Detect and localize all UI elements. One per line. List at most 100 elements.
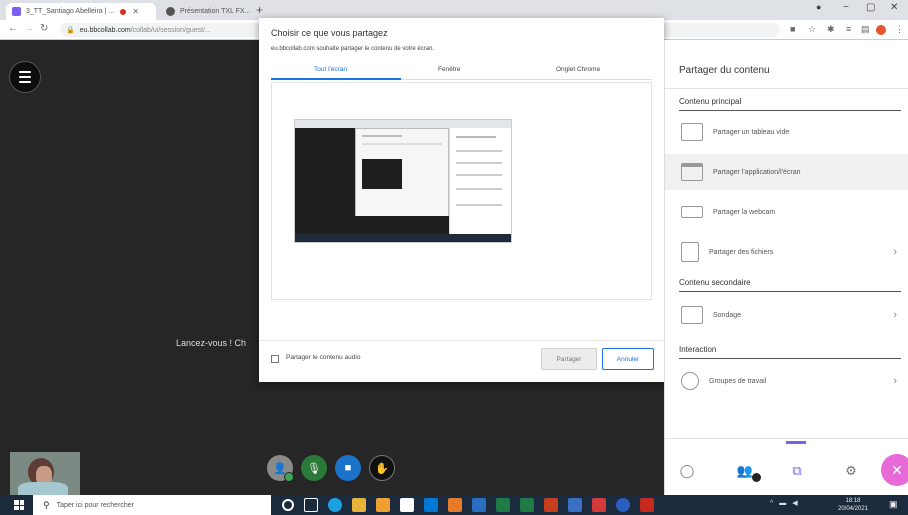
share-screen-dialog: Choisir ce que vous partagez eu.bbcollab… [259, 18, 664, 382]
start-tile [19, 505, 24, 510]
share-audio-checkbox[interactable] [271, 355, 279, 363]
tab-window[interactable]: Fenêtre [438, 66, 460, 73]
minimize-button[interactable]: − [843, 2, 849, 13]
search-icon: ⚲ [43, 499, 50, 510]
app-icon[interactable] [568, 498, 582, 512]
groups-icon [681, 372, 699, 390]
new-tab-button[interactable]: + [256, 3, 263, 17]
chrome-icon[interactable] [616, 498, 630, 512]
camera-button[interactable]: ■ [335, 455, 361, 481]
profile-avatar[interactable] [876, 25, 886, 35]
section-divider [679, 110, 901, 111]
volume-icon[interactable]: ◀ [792, 499, 797, 507]
hamburger-line [19, 71, 31, 73]
panel-divider [665, 88, 908, 89]
browser-tab-collab[interactable]: 3_TT_Santiago Abelleira | ... ✕ [6, 3, 156, 20]
media-icon[interactable]: ▤ [861, 24, 870, 35]
close-window-button[interactable]: ✕ [890, 2, 898, 13]
microphone-button[interactable]: 🎙 [301, 455, 327, 481]
poll-item[interactable]: Sondage › [665, 297, 908, 333]
section-secondary-content: Contenu secondaire [679, 278, 751, 287]
menu-icon[interactable]: ⋮ [895, 24, 904, 35]
hand-icon: ✋ [375, 462, 389, 475]
screen-preview-area [271, 82, 652, 300]
share-application-screen-item[interactable]: Partager l'application/l'écran [665, 154, 908, 190]
clock-date: 20/04/2021 [838, 506, 869, 512]
app-icon[interactable] [592, 498, 606, 512]
active-tab-indicator [271, 78, 401, 80]
status-dot [284, 472, 294, 482]
edge-icon[interactable] [328, 498, 342, 512]
thumb-taskbar [295, 234, 511, 242]
puzzle-icon[interactable]: ✱ [827, 24, 835, 35]
browser-tab-bar: 3_TT_Santiago Abelleira | ... ✕ Présenta… [0, 0, 908, 20]
clock-time: 18:18 [845, 498, 861, 504]
tray-chevron-icon[interactable]: ^ [770, 500, 773, 507]
share-files-item[interactable]: Partager des fichiers › [665, 234, 908, 270]
word-icon[interactable] [472, 498, 486, 512]
item-label: Groupes de travail [709, 377, 767, 385]
task-view-icon[interactable] [304, 498, 318, 512]
taskbar-clock[interactable]: 18:18 20/04/2021 [838, 497, 868, 513]
taskbar-search-input[interactable]: ⚲ Taper ici pour rechercher [33, 495, 271, 515]
share-content-icon[interactable]: ⧉ [787, 461, 807, 481]
excel-icon[interactable] [496, 498, 510, 512]
cancel-button[interactable]: Annuler [602, 348, 654, 370]
thumb-line [456, 204, 502, 206]
share-webcam-item[interactable]: Partager la webcam [665, 194, 908, 230]
panel-title: Partager du contenu [679, 65, 770, 76]
forward-icon[interactable]: → [24, 23, 34, 34]
system-tray: ^ ▬ ◀ [770, 499, 798, 508]
session-menu-button[interactable] [9, 61, 41, 93]
url-host: eu.bbcollab.com [79, 26, 131, 34]
start-tile [19, 500, 24, 505]
file-explorer-icon[interactable] [352, 498, 366, 512]
close-tab-icon[interactable]: ✕ [132, 7, 139, 16]
excel-icon[interactable] [520, 498, 534, 512]
reading-list-icon[interactable]: ≡ [846, 24, 851, 34]
acrobat-icon[interactable] [640, 498, 654, 512]
files-icon [681, 242, 699, 262]
tab-favicon-icon [166, 7, 175, 16]
raise-hand-button[interactable]: ✋ [369, 455, 395, 481]
item-label: Sondage [713, 311, 742, 319]
url-path: /collab/ui/session/guest/... [130, 26, 211, 34]
store-icon[interactable] [400, 498, 414, 512]
item-label: Partager l'application/l'écran [713, 168, 801, 176]
settings-icon[interactable]: ⚙ [841, 461, 861, 481]
share-button[interactable]: Partager [541, 348, 597, 370]
camera-icon: ■ [344, 462, 352, 474]
powerpoint-icon[interactable] [544, 498, 558, 512]
back-icon[interactable]: ← [8, 23, 18, 34]
whiteboard-icon [681, 123, 703, 141]
self-video-thumbnail[interactable] [10, 452, 80, 495]
item-label: Partager un tableau vide [713, 128, 790, 136]
share-whiteboard-item[interactable]: Partager un tableau vide [665, 114, 908, 150]
profile-dot-icon[interactable]: ● [816, 2, 821, 12]
my-status-button[interactable]: 👤 [267, 455, 294, 482]
network-icon[interactable]: ▬ [779, 500, 786, 507]
section-divider [679, 291, 901, 292]
breakout-groups-item[interactable]: Groupes de travail › [665, 363, 908, 399]
screen-thumbnail[interactable] [294, 119, 512, 243]
tab-chrome-tab[interactable]: Onglet Chrome [556, 66, 600, 73]
thumb-stage [295, 128, 355, 236]
notifications-icon[interactable]: ▣ [889, 499, 898, 510]
thumb-side-panel [449, 128, 511, 236]
tab-title: Présentation TXL FX... [180, 8, 251, 15]
maximize-button[interactable]: ▢ [866, 2, 875, 13]
windows-start-icon[interactable] [14, 500, 24, 510]
close-panel-button[interactable]: ✕ [881, 454, 908, 486]
chat-icon[interactable]: ◯ [677, 461, 697, 481]
cortana-icon[interactable] [282, 499, 294, 511]
mail-icon[interactable] [424, 498, 438, 512]
tab-entire-screen[interactable]: Tout l'écran [314, 66, 347, 73]
reload-icon[interactable]: ↻ [40, 23, 48, 34]
thumb-line [456, 150, 502, 152]
star-icon[interactable]: ☆ [808, 24, 816, 35]
extension-icon[interactable]: ■ [790, 24, 795, 34]
media-controls: 👤 🎙 ■ ✋ [267, 455, 395, 482]
app-icon[interactable] [448, 498, 462, 512]
browser-tab-presentation[interactable]: Présentation TXL FX... ✕ [160, 3, 252, 20]
app-icon[interactable] [376, 498, 390, 512]
